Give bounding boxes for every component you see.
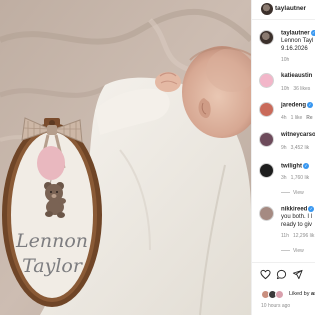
verified-icon: ✓ (310, 30, 315, 36)
caption-text-line1: Lennon Tayl (281, 38, 314, 45)
author-avatar[interactable] (261, 3, 273, 15)
comment-time: 10h (281, 86, 290, 92)
comment-time: 9h (281, 145, 287, 151)
comment-time: 11h (281, 233, 289, 239)
newborn-photo-illustration: Lennon Taylor (0, 0, 251, 315)
heart-icon[interactable] (260, 269, 271, 280)
commenter-avatar[interactable] (259, 73, 274, 88)
comment-likes[interactable]: 3,452 lik (291, 145, 310, 151)
comment: nikkireed ✓ you both. I l ready to giv 11… (252, 205, 315, 261)
author-username[interactable]: taylautner (275, 5, 306, 12)
comment-likes[interactable]: 12,296 lik (293, 233, 314, 239)
post-time-ago: 10 hours ago (261, 303, 291, 309)
comment-text-line1: you both. I l (281, 214, 313, 221)
liked-by-user[interactable]: as (311, 291, 315, 297)
view-replies-link[interactable]: View (281, 190, 304, 196)
commenter-username[interactable]: jaredeng (281, 103, 306, 109)
view-replies-link[interactable]: View (281, 248, 304, 254)
action-bar: Liked by as 10 hours ago (252, 262, 315, 315)
commenter-username[interactable]: katieaustin (281, 73, 312, 79)
comment-likes[interactable]: 1 like (291, 115, 303, 121)
caption: taylautner✓ Lennon Tayl 9.16.2026 10h (252, 29, 315, 67)
embroidery-last-name: Taylor (22, 255, 84, 277)
caption-avatar[interactable] (259, 30, 274, 45)
comment-time: 3h (281, 175, 287, 181)
embroidery-first-name: Lennon (15, 230, 88, 252)
share-icon[interactable] (292, 269, 303, 280)
verified-icon: ✓ (307, 102, 314, 108)
commenter-username[interactable]: nikkireed (281, 207, 307, 213)
comment: jaredeng ✓ 4h 1 like Re (252, 101, 315, 125)
commenter-avatar[interactable] (259, 132, 274, 147)
comment-icon[interactable] (276, 269, 287, 280)
liked-by-prefix: Liked by (289, 291, 310, 297)
verified-icon: ✓ (308, 206, 315, 212)
comment-likes[interactable]: 36 likes (293, 86, 310, 92)
post-photo: Lennon Taylor (0, 0, 251, 315)
comment: twilight ✓ 3h 1,760 lik View (252, 162, 315, 202)
commenter-avatar[interactable] (259, 163, 274, 178)
commenter-username[interactable]: witneycarso (281, 132, 315, 138)
commenter-avatar[interactable] (259, 102, 274, 117)
comments-panel: taylautner taylautner✓ Lennon Tayl 9.16.… (251, 0, 315, 315)
comment: witneycarso 9h 3,452 lik (252, 131, 315, 155)
comment-time: 4h (281, 115, 287, 121)
liked-by[interactable]: Liked by as (261, 290, 315, 300)
verified-icon: ✓ (303, 163, 309, 169)
caption-text-line2: 9.16.2026 (281, 45, 308, 52)
comment-likes[interactable]: 1,760 lik (291, 175, 310, 181)
commenter-username[interactable]: twilight (281, 164, 302, 170)
comment: katieaustin 10h 36 likes (252, 72, 315, 96)
caption-username[interactable]: taylautner (281, 31, 310, 37)
liker-avatar (275, 290, 284, 299)
comment-text-line2: ready to giv (281, 221, 313, 228)
post-header: taylautner (252, 0, 315, 20)
commenter-avatar[interactable] (259, 206, 274, 221)
caption-time: 10h (281, 57, 290, 63)
reply-button[interactable]: Re (306, 115, 312, 121)
